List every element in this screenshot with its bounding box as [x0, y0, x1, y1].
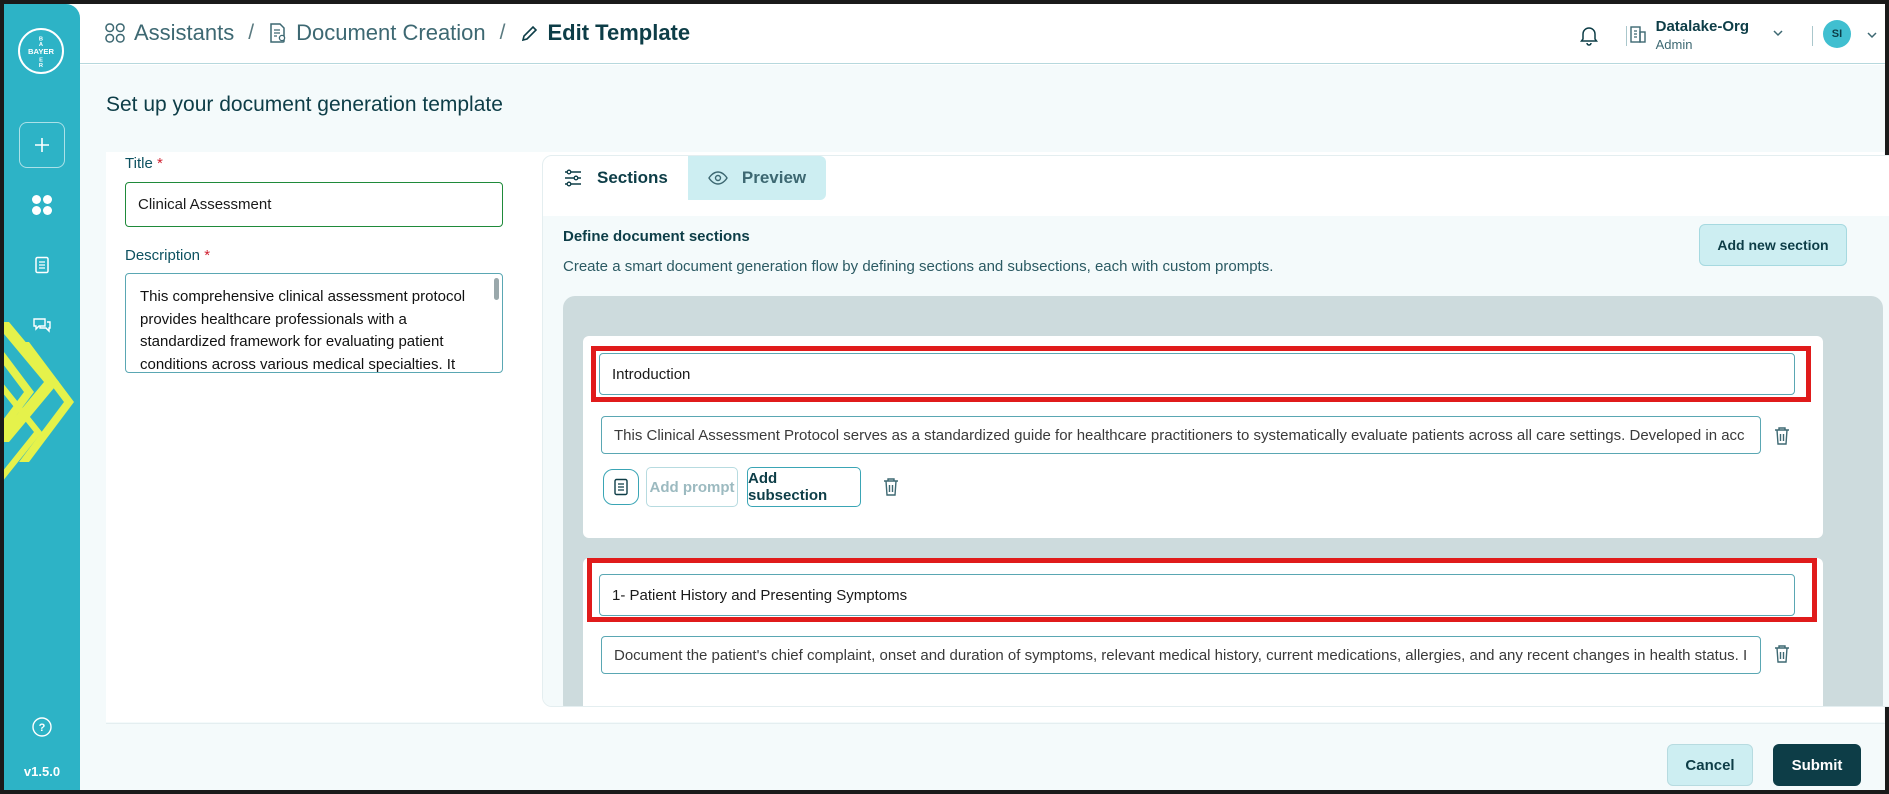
- footer-divider: [106, 723, 1885, 724]
- breadcrumb-separator: /: [248, 21, 255, 44]
- trash-icon[interactable]: [1773, 644, 1791, 664]
- section-card: 1- Patient History and Presenting Sympto…: [583, 558, 1823, 706]
- pencil-icon: [521, 25, 537, 42]
- tab-preview-label: Preview: [741, 168, 807, 187]
- main-content: Set up your document generation template…: [80, 65, 1889, 790]
- section-card: Introduction This Clinical Assessment Pr…: [583, 336, 1823, 538]
- svg-text:R: R: [39, 63, 44, 69]
- org-role: Admin: [1655, 37, 1693, 52]
- title-input[interactable]: Clinical Assessment: [125, 182, 503, 227]
- sidebar-item-documents[interactable]: [19, 242, 65, 288]
- page-title: Set up your document generation template: [106, 93, 503, 116]
- eye-icon: [708, 171, 728, 185]
- breadcrumb-separator: /: [499, 21, 506, 44]
- description-label: Description *: [125, 247, 211, 264]
- top-header: Assistants / Document Creation / Edit Te…: [80, 4, 1885, 64]
- submit-button[interactable]: Submit: [1773, 744, 1861, 786]
- prompt-library-button[interactable]: [603, 469, 639, 505]
- plus-icon: [35, 138, 49, 152]
- description-text: This comprehensive clinical assessment p…: [140, 288, 466, 373]
- sections-list: Introduction This Clinical Assessment Pr…: [563, 296, 1883, 706]
- breadcrumb-assistants[interactable]: Assistants: [104, 20, 234, 46]
- app-version: v1.5.0: [23, 764, 61, 779]
- chevron-down-icon: [1773, 30, 1783, 37]
- new-assistant-button[interactable]: [19, 122, 65, 168]
- section-name-input[interactable]: Introduction: [599, 353, 1795, 395]
- svg-text:?: ?: [39, 722, 46, 734]
- bayer-logo-icon: BAYER B A E R: [28, 37, 54, 70]
- sidebar: BAYER B A E R ? v1.5.0: [4, 4, 80, 790]
- apps-icon: [32, 195, 52, 215]
- section-prompt-input[interactable]: This Clinical Assessment Protocol serves…: [601, 416, 1761, 454]
- bayer-logo[interactable]: BAYER B A E R: [18, 28, 64, 74]
- tab-preview[interactable]: Preview: [687, 156, 827, 200]
- tab-sections[interactable]: Sections: [543, 156, 688, 200]
- add-new-section-button[interactable]: Add new section: [1699, 224, 1847, 266]
- trash-icon[interactable]: [882, 477, 900, 497]
- title-label: Title *: [125, 155, 163, 172]
- page-title-breadcrumb: Edit Template: [547, 20, 691, 45]
- sliders-icon: [565, 169, 581, 187]
- org-switcher[interactable]: Datalake-Org Admin: [1628, 18, 1785, 52]
- header-divider: [1812, 26, 1813, 46]
- org-name: Datalake-Org: [1655, 18, 1749, 35]
- description-scrollbar[interactable]: [494, 278, 499, 300]
- svg-text:A: A: [39, 42, 43, 48]
- sidebar-item-assistants[interactable]: [19, 182, 65, 228]
- help-button[interactable]: ?: [19, 704, 65, 750]
- breadcrumb-label: Document Creation: [296, 20, 486, 45]
- tab-bar: Sections Preview: [543, 156, 827, 200]
- sections-subtitle: Create a smart document generation flow …: [563, 258, 1274, 275]
- apps-icon: [105, 23, 125, 43]
- section-name-input[interactable]: 1- Patient History and Presenting Sympto…: [599, 574, 1795, 616]
- decorative-chevrons: [4, 322, 74, 480]
- document-icon: [270, 23, 286, 43]
- breadcrumb: Assistants / Document Creation / Edit Te…: [104, 20, 690, 46]
- trash-icon[interactable]: [1773, 426, 1791, 446]
- building-icon: [1629, 26, 1646, 43]
- help-icon: ?: [32, 717, 52, 737]
- tab-sections-label: Sections: [597, 168, 668, 187]
- section-prompt-input[interactable]: Document the patient's chief complaint, …: [601, 636, 1761, 674]
- breadcrumb-edit-template: Edit Template: [520, 20, 691, 46]
- description-textarea[interactable]: This comprehensive clinical assessment p…: [125, 273, 503, 373]
- document-icon: [614, 478, 628, 496]
- sections-panel: Sections Preview Define document section…: [542, 155, 1889, 707]
- cancel-button[interactable]: Cancel: [1667, 744, 1753, 786]
- breadcrumb-document-creation[interactable]: Document Creation: [268, 20, 486, 46]
- avatar[interactable]: SI: [1823, 20, 1851, 48]
- bell-icon[interactable]: [1578, 24, 1600, 46]
- sections-heading: Define document sections: [563, 228, 750, 245]
- add-prompt-button[interactable]: Add prompt: [646, 467, 738, 507]
- breadcrumb-label: Assistants: [134, 20, 235, 45]
- chevron-down-icon[interactable]: [1865, 28, 1879, 42]
- document-icon: [35, 256, 49, 274]
- sections-editor: Define document sections Create a smart …: [543, 216, 1889, 706]
- add-subsection-button[interactable]: Add subsection: [747, 467, 861, 507]
